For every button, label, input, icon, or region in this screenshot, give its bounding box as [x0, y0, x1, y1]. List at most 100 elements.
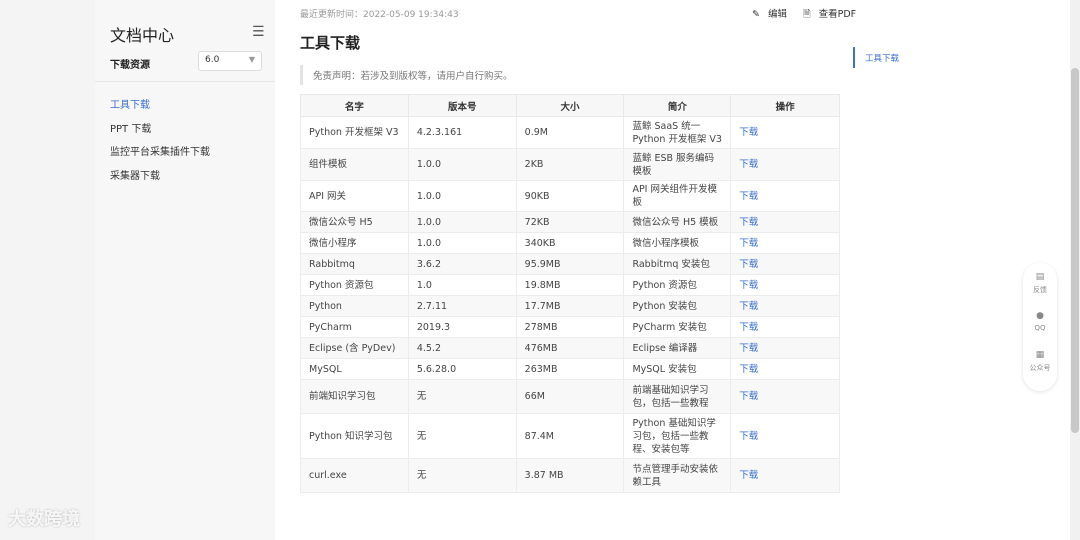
page-title: 工具下载 [300, 34, 361, 52]
cell-desc: Python 资源包 [623, 274, 732, 296]
cell-action: 下载 [730, 358, 840, 380]
cell-size: 95.9MB [515, 253, 625, 275]
download-link[interactable]: 下载 [739, 343, 758, 354]
cell-name: API 网关 [300, 180, 409, 212]
cell-size: 66M [515, 379, 625, 414]
scrollbar-thumb[interactable] [1071, 68, 1079, 433]
cell-name: Python 资源包 [300, 274, 409, 296]
cell-name: Python [300, 295, 409, 317]
cell-desc: Eclipse 编译器 [623, 337, 732, 359]
cell-action: 下载 [730, 337, 840, 359]
download-link[interactable]: 下载 [739, 259, 758, 270]
cell-desc: 微信小程序模板 [623, 232, 732, 254]
sidebar-item-tools[interactable]: 工具下载 [110, 99, 210, 123]
edit-button[interactable]: ✎ 编辑 [752, 9, 795, 20]
download-link[interactable]: 下载 [739, 238, 758, 249]
cell-name: Python 知识学习包 [300, 413, 409, 459]
download-link[interactable]: 下载 [739, 364, 758, 375]
download-link[interactable]: 下载 [739, 301, 758, 312]
resource-label: 下载资源 [110, 60, 150, 71]
cell-action: 下载 [730, 295, 840, 317]
cell-size: 278MB [515, 316, 625, 338]
cell-desc: MySQL 安装包 [623, 358, 732, 380]
feedback-button[interactable]: ▤ 反馈 [1023, 272, 1057, 295]
cell-action: 下载 [730, 316, 840, 338]
cell-action: 下载 [730, 180, 840, 212]
table-header-row: 名字 版本号 大小 简介 操作 [300, 94, 840, 117]
col-header-action: 操作 [730, 94, 840, 117]
last-updated: 最近更新时间：2022-05-09 19:34:43 [300, 10, 459, 20]
table-row: Python 资源包 1.0 19.8MB Python 资源包 下载 [300, 274, 840, 296]
table-row: 组件模板 1.0.0 2KB 蓝鲸 ESB 服务编码模板 下载 [300, 148, 840, 181]
cell-version: 4.5.2 [407, 337, 517, 359]
chevron-down-icon: ▼ [248, 55, 255, 64]
cell-name: PyCharm [300, 316, 409, 338]
wechat-button[interactable]: ▦ 公众号 [1023, 350, 1057, 373]
cell-size: 90KB [515, 180, 625, 212]
download-link[interactable]: 下载 [739, 191, 758, 202]
sidebar-item-collector[interactable]: 采集器下载 [110, 170, 210, 194]
cell-action: 下载 [730, 211, 840, 233]
cell-action: 下载 [730, 274, 840, 296]
version-select-value: 6.0 [205, 55, 220, 65]
page-actions: ✎ 编辑 🗎 查看PDF [752, 6, 872, 23]
cell-action: 下载 [730, 116, 840, 149]
cell-name: Python 开发框架 V3 [300, 116, 409, 149]
cell-action: 下载 [730, 379, 840, 414]
cell-version: 1.0.0 [407, 148, 517, 181]
table-row: Rabbitmq 3.6.2 95.9MB Rabbitmq 安装包 下载 [300, 253, 840, 275]
cell-size: 340KB [515, 232, 625, 254]
cell-action: 下载 [730, 458, 840, 493]
table-row: API 网关 1.0.0 90KB API 网关组件开发模板 下载 [300, 180, 840, 212]
cell-size: 87.4M [515, 413, 625, 459]
cell-action: 下载 [730, 232, 840, 254]
cell-desc: 前端基础知识学习包，包括一些教程 [623, 379, 732, 414]
table-row: 微信公众号 H5 1.0.0 72KB 微信公众号 H5 模板 下载 [300, 211, 840, 233]
table-row: Eclipse (含 PyDev) 4.5.2 476MB Eclipse 编译器 下载 [300, 337, 840, 359]
watermark-logo: 大数跨境 [8, 505, 80, 531]
cell-name: 微信小程序 [300, 232, 409, 254]
cell-name: curl.exe [300, 458, 409, 493]
download-link[interactable]: 下载 [739, 280, 758, 291]
cell-desc: 蓝鲸 ESB 服务编码模板 [623, 148, 732, 181]
cell-size: 263MB [515, 358, 625, 380]
download-link[interactable]: 下载 [739, 431, 758, 442]
floating-contact-panel: ▤ 反馈 ● QQ ▦ 公众号 [1023, 263, 1057, 391]
feedback-icon: ▤ [1035, 272, 1045, 282]
cell-desc: API 网关组件开发模板 [623, 180, 732, 212]
cell-desc: 蓝鲸 SaaS 统一 Python 开发框架 V3 [623, 116, 732, 149]
cell-size: 72KB [515, 211, 625, 233]
cell-size: 476MB [515, 337, 625, 359]
sidebar-item-ppt[interactable]: PPT 下载 [110, 123, 210, 147]
sidebar: 文档中心 ☰ 下载资源 6.0 ▼ 工具下载 PPT 下载 监控平台采集插件下载… [95, 0, 275, 540]
cell-version: 1.0.0 [407, 232, 517, 254]
cell-name: 组件模板 [300, 148, 409, 181]
sidebar-nav: 工具下载 PPT 下载 监控平台采集插件下载 采集器下载 [110, 99, 210, 193]
cell-version: 1.0.0 [407, 180, 517, 212]
download-link[interactable]: 下载 [739, 322, 758, 333]
cell-size: 17.7MB [515, 295, 625, 317]
download-link[interactable]: 下载 [739, 217, 758, 228]
qq-button[interactable]: ● QQ [1023, 311, 1057, 332]
sidebar-item-plugins[interactable]: 监控平台采集插件下载 [110, 146, 210, 170]
hamburger-icon[interactable]: ☰ [252, 24, 265, 40]
document-icon: 🗎 [802, 9, 811, 20]
cell-version: 4.2.3.161 [407, 116, 517, 149]
version-select[interactable]: 6.0 ▼ [198, 51, 262, 71]
cell-desc: Python 安装包 [623, 295, 732, 317]
pdf-button[interactable]: 🗎 查看PDF [803, 9, 864, 20]
cell-name: Eclipse (含 PyDev) [300, 337, 409, 359]
cell-desc: PyCharm 安装包 [623, 316, 732, 338]
cell-size: 2KB [515, 148, 625, 181]
download-link[interactable]: 下载 [739, 391, 758, 402]
cell-version: 5.6.28.0 [407, 358, 517, 380]
download-link[interactable]: 下载 [739, 127, 758, 138]
table-row: 微信小程序 1.0.0 340KB 微信小程序模板 下载 [300, 232, 840, 254]
download-link[interactable]: 下载 [739, 159, 758, 170]
table-row: PyCharm 2019.3 278MB PyCharm 安装包 下载 [300, 316, 840, 338]
cell-name: 前端知识学习包 [300, 379, 409, 414]
toc-item-tools[interactable]: 工具下载 [853, 47, 899, 68]
cell-size: 3.87 MB [515, 458, 625, 493]
cell-version: 无 [407, 458, 517, 493]
download-link[interactable]: 下载 [739, 470, 758, 481]
